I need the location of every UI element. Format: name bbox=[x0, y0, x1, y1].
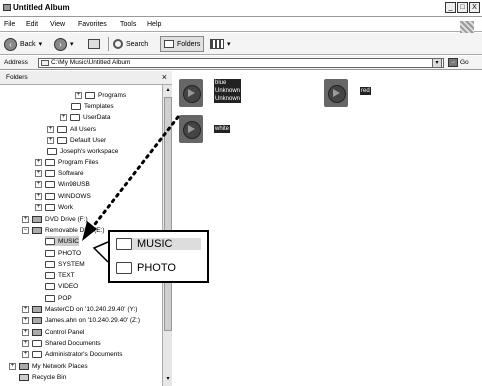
folder-icon bbox=[116, 262, 132, 274]
callout-pointer bbox=[92, 241, 109, 263]
callout-item-photo: PHOTO bbox=[116, 262, 176, 274]
callout-item-music: MUSIC bbox=[116, 238, 201, 250]
folder-icon bbox=[116, 238, 132, 250]
zoom-callout: MUSIC PHOTO bbox=[108, 230, 209, 283]
